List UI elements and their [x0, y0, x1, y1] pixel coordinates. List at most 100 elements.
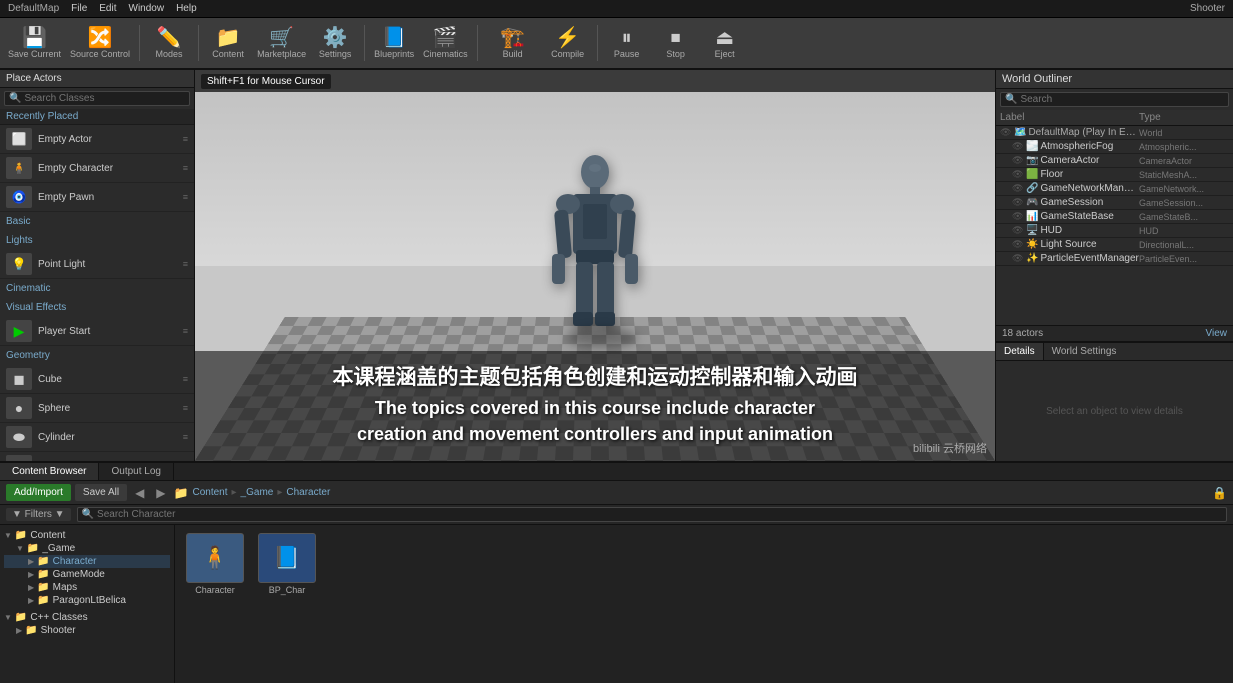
tree-item-maps[interactable]: ▶ 📁 Maps	[4, 581, 170, 594]
toolbar-compile[interactable]: ⚡ Compile	[544, 20, 592, 66]
actors-bar: 18 actors View	[996, 325, 1233, 341]
title-bar: DefaultMap File Edit Window Help Shooter	[0, 0, 1233, 18]
content-search-input[interactable]	[97, 509, 1222, 520]
content-search-icon: 🔍	[82, 509, 94, 520]
tree-item-character[interactable]: ▶ 📁 Character	[4, 555, 170, 568]
rp-bottom-tabs: Details World Settings	[996, 343, 1233, 361]
tree-item-gamemode[interactable]: ▶ 📁 GameMode	[4, 568, 170, 581]
outliner-search-input[interactable]	[1020, 94, 1224, 105]
place-item-point-light[interactable]: 💡 Point Light ≡	[0, 250, 194, 279]
place-item-player-start[interactable]: ▶ Player Start ≡	[0, 317, 194, 346]
tab-content-browser[interactable]: Content Browser	[0, 463, 99, 480]
category-cinematic[interactable]: Cinematic	[0, 279, 194, 298]
lock-icon[interactable]: 🔒	[1212, 486, 1227, 500]
outliner-search-box[interactable]: 🔍	[1000, 92, 1229, 107]
menu-help[interactable]: Help	[176, 3, 197, 14]
place-item-empty-actor[interactable]: ⬜ Empty Actor ≡	[0, 125, 194, 154]
place-item-empty-pawn[interactable]: 🧿 Empty Pawn ≡	[0, 183, 194, 212]
left-panel: Place Actors 🔍 Recently Placed ⬜ Empty A…	[0, 70, 195, 461]
category-lights[interactable]: Lights	[0, 231, 194, 250]
character-figure	[540, 154, 650, 344]
outliner-search-icon: 🔍	[1005, 94, 1017, 105]
view-btn[interactable]: View	[1206, 328, 1228, 339]
bp-assets: 🧍 Character 📘 BP_Char	[175, 525, 1233, 683]
nav-forward-btn[interactable]: ▶	[152, 486, 169, 500]
add-import-button[interactable]: Add/Import	[6, 484, 71, 501]
outliner-row-game-session[interactable]: 👁 🎮 GameSession GameSession...	[996, 196, 1233, 210]
toolbar-stop[interactable]: ⏹ Stop	[652, 20, 700, 66]
place-item-sphere[interactable]: ● Sphere ≡	[0, 394, 194, 423]
toolbar-blueprints[interactable]: 📘 Blueprints	[370, 20, 418, 66]
place-item-cylinder[interactable]: ⬬ Cylinder ≡	[0, 423, 194, 452]
tree-item-shooter[interactable]: ▶ 📁 Shooter	[4, 624, 170, 637]
bp-toolbar: Add/Import Save All ◀ ▶ 📁 Content ▸ _Gam…	[0, 481, 1233, 505]
search-input[interactable]	[24, 93, 185, 104]
place-actors-title: Place Actors	[6, 73, 62, 84]
subtitle-en: The topics covered in this course includ…	[211, 395, 979, 447]
category-basic[interactable]: Basic	[0, 212, 194, 231]
nav-back-btn[interactable]: ◀	[131, 486, 148, 500]
outliner-row-particle[interactable]: 👁 ✨ ParticleEventManager ParticleEven...	[996, 252, 1233, 266]
filters-btn[interactable]: ▼ Filters ▼	[6, 508, 71, 521]
menu-edit[interactable]: Edit	[99, 3, 116, 14]
tree-item-cpp[interactable]: ▼ 📁 C++ Classes	[4, 611, 170, 624]
tree-item-content[interactable]: ▼ 📁 Content	[4, 529, 170, 542]
toolbar-sep-5	[597, 25, 598, 61]
tab-world-settings[interactable]: World Settings	[1044, 343, 1125, 360]
menu-window[interactable]: Window	[129, 3, 165, 14]
breadcrumb-sep-1: ▸	[232, 487, 237, 498]
toolbar-source-control[interactable]: 🔀 Source Control	[66, 20, 134, 66]
tree-item-game[interactable]: ▼ 📁 _Game	[4, 542, 170, 555]
breadcrumb-content[interactable]: Content	[192, 487, 227, 498]
content-search-box[interactable]: 🔍	[77, 507, 1227, 522]
toolbar-pause[interactable]: ⏸ Pause	[603, 20, 651, 66]
menu-file[interactable]: File	[71, 3, 87, 14]
toolbar-sep-2	[198, 25, 199, 61]
bp-content-area: ▼ 📁 Content ▼ 📁 _Game ▶ 📁 Character ▶ 📁 …	[0, 525, 1233, 683]
outliner-row-camera[interactable]: 👁 📷 CameraActor CameraActor	[996, 154, 1233, 168]
viewport[interactable]: Shift+F1 for Mouse Cursor 本课程涵盖的主题包括角色创建…	[195, 70, 995, 461]
toolbar-sep-1	[139, 25, 140, 61]
outliner-col-headers: Label Type	[996, 110, 1233, 126]
tab-details[interactable]: Details	[996, 343, 1044, 360]
place-item-cone[interactable]: 🔺 Cone ≡	[0, 452, 194, 461]
save-all-button[interactable]: Save All	[75, 484, 127, 501]
place-item-empty-character[interactable]: 🧍 Empty Character ≡	[0, 154, 194, 183]
left-panel-header: Place Actors	[0, 70, 194, 88]
outliner-row-default-map[interactable]: 👁 🗺️ DefaultMap (Play In Editor) World	[996, 126, 1233, 140]
outliner-row-floor[interactable]: 👁 🟩 Floor StaticMeshA...	[996, 168, 1233, 182]
outliner-row-atm-fog[interactable]: 👁 🌫️ AtmosphericFog Atmospheric...	[996, 140, 1233, 154]
asset-item-1[interactable]: 🧍 Character	[183, 533, 247, 595]
toolbar-eject[interactable]: ⏏ Eject	[701, 20, 749, 66]
tab-output-log[interactable]: Output Log	[99, 463, 173, 480]
breadcrumb-game[interactable]: _Game	[241, 487, 274, 498]
outliner-row-hud[interactable]: 👁 🖥️ HUD HUD	[996, 224, 1233, 238]
col-label: Label	[1000, 112, 1139, 123]
category-geometry[interactable]: Geometry	[0, 346, 194, 365]
toolbar-modes[interactable]: ✏️ Modes	[145, 20, 193, 66]
outliner-row-network-mgr[interactable]: 👁 🔗 GameNetworkManager GameNetwork...	[996, 182, 1233, 196]
bp-tree: ▼ 📁 Content ▼ 📁 _Game ▶ 📁 Character ▶ 📁 …	[0, 525, 175, 683]
breadcrumb-character[interactable]: Character	[286, 487, 330, 498]
toolbar-save[interactable]: 💾 Save Current	[4, 20, 65, 66]
toolbar-cinematics[interactable]: 🎬 Cinematics	[419, 20, 472, 66]
app-name: Shooter	[1190, 3, 1225, 14]
world-outliner-title: World Outliner	[1002, 73, 1072, 85]
toolbar-marketplace[interactable]: 🛒 Marketplace	[253, 20, 310, 66]
folder-icon: 📁	[174, 486, 189, 500]
toolbar-content[interactable]: 📁 Content	[204, 20, 252, 66]
category-vfx[interactable]: Visual Effects	[0, 298, 194, 317]
subtitle-cn: 本课程涵盖的主题包括角色创建和运动控制器和输入动画	[211, 361, 979, 391]
tree-item-paragon[interactable]: ▶ 📁 ParagonLtBelica	[4, 594, 170, 607]
place-item-cube[interactable]: ◼ Cube ≡	[0, 365, 194, 394]
outliner-row-game-state[interactable]: 👁 📊 GameStateBase GameStateB...	[996, 210, 1233, 224]
toolbar-build[interactable]: 🏗️ Build	[483, 20, 543, 66]
asset-item-2[interactable]: 📘 BP_Char	[255, 533, 319, 595]
outliner-row-light-source[interactable]: 👁 ☀️ Light Source DirectionalL...	[996, 238, 1233, 252]
bp-filters-row: ▼ Filters ▼ 🔍	[0, 505, 1233, 525]
toolbar-sep-4	[477, 25, 478, 61]
details-placeholder: Select an object to view details	[996, 361, 1233, 461]
search-box[interactable]: 🔍	[4, 91, 190, 106]
bottom-tab-bar: Content Browser Output Log	[0, 463, 1233, 481]
toolbar-settings[interactable]: ⚙️ Settings	[311, 20, 359, 66]
